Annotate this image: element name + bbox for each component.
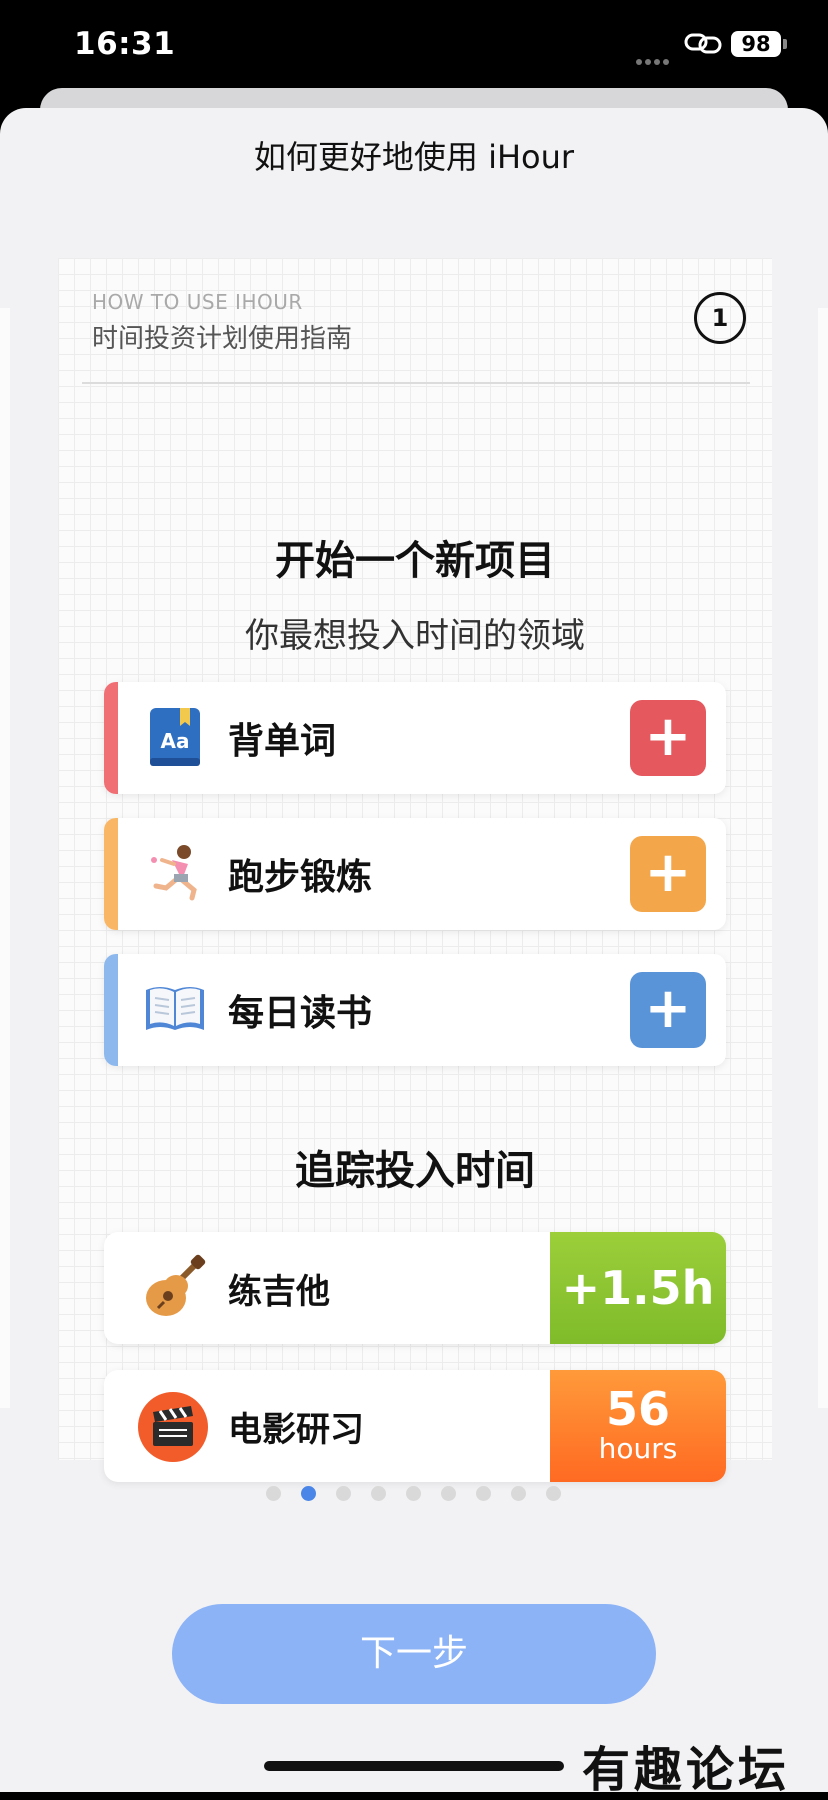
- page-dot[interactable]: [266, 1486, 281, 1501]
- page-dot[interactable]: [371, 1486, 386, 1501]
- project-row-vocabulary[interactable]: Aa 背单词 +: [104, 682, 726, 794]
- page-indicator[interactable]: [266, 1486, 566, 1504]
- tracked-row-guitar[interactable]: 练吉他 +1.5h: [104, 1232, 726, 1344]
- project-row-running[interactable]: 跑步锻炼 +: [104, 818, 726, 930]
- next-step-button[interactable]: 下一步: [172, 1604, 656, 1704]
- page-dot[interactable]: [301, 1486, 316, 1501]
- open-book-icon: [146, 987, 204, 1030]
- section-new-project-title: 开始一个新项目: [249, 528, 581, 586]
- page-dot[interactable]: [546, 1486, 561, 1501]
- add-project-button[interactable]: +: [630, 836, 706, 912]
- tracked-label: 练吉他: [228, 1272, 330, 1312]
- project-label: 背单词: [228, 721, 337, 762]
- svg-text:Aa: Aa: [161, 729, 190, 753]
- next-card-edge[interactable]: [818, 308, 828, 1408]
- sheet-title: 如何更好地使用 iHour: [253, 138, 575, 176]
- tracked-row-film[interactable]: 电影研习 56 hours: [104, 1370, 726, 1482]
- status-bar: 16:31 98: [0, 0, 828, 100]
- card-divider: [82, 382, 750, 384]
- runner-icon: [151, 845, 197, 901]
- page-dot[interactable]: [511, 1486, 526, 1501]
- row-accent-bar: [104, 954, 118, 1066]
- section-new-project: 开始一个新项目: [58, 528, 772, 586]
- step-number-badge: 1: [694, 292, 746, 344]
- tracked-time-text: +1.5h: [561, 1261, 715, 1315]
- battery-indicator: 98: [731, 31, 781, 57]
- project-label: 跑步锻炼: [228, 857, 373, 898]
- tracked-time-value: +1.5h: [550, 1232, 726, 1344]
- page-dot[interactable]: [336, 1486, 351, 1501]
- tracked-hours-unit: hours: [598, 1432, 678, 1465]
- guitar-icon: [146, 1254, 206, 1316]
- tracked-label: 电影研习: [228, 1410, 364, 1450]
- vocabulary-book-icon: Aa: [150, 708, 200, 766]
- cellular-signal-icon: [636, 50, 676, 65]
- battery-tip: [783, 39, 787, 49]
- project-row-reading[interactable]: 每日读书 +: [104, 954, 726, 1066]
- card-subtitle: 时间投资计划使用指南: [92, 324, 353, 354]
- page-dot[interactable]: [476, 1486, 491, 1501]
- row-accent-bar: [104, 682, 118, 794]
- guide-card[interactable]: HOW TO USE IHOUR 时间投资计划使用指南 1 开始一个新项目 你最…: [58, 258, 772, 1482]
- previous-card-edge[interactable]: [0, 308, 10, 1408]
- home-indicator: [264, 1761, 564, 1771]
- add-project-button[interactable]: +: [630, 972, 706, 1048]
- clapperboard-icon: [138, 1392, 208, 1462]
- link-icon: [684, 33, 722, 54]
- card-kicker: HOW TO USE IHOUR: [92, 290, 303, 314]
- section-track-time: 追踪投入时间: [58, 1138, 772, 1196]
- project-label: 每日读书: [228, 993, 373, 1034]
- status-time: 16:31: [74, 26, 176, 62]
- row-accent-bar: [104, 818, 118, 930]
- page-dot[interactable]: [406, 1486, 421, 1501]
- add-project-button[interactable]: +: [630, 700, 706, 776]
- guide-sheet: 如何更好地使用 iHour HOW TO USE IHOUR 时间投资计划使用指…: [0, 108, 828, 1792]
- watermark: 有趣论坛: [582, 1742, 791, 1798]
- page-dot[interactable]: [441, 1486, 456, 1501]
- tracked-hours-number: 56: [605, 1382, 670, 1436]
- tracked-hours-value: 56 hours: [550, 1370, 726, 1482]
- section-track-time-title: 追踪投入时间: [269, 1138, 561, 1196]
- section-new-project-subtitle: 你最想投入时间的领域: [245, 616, 585, 656]
